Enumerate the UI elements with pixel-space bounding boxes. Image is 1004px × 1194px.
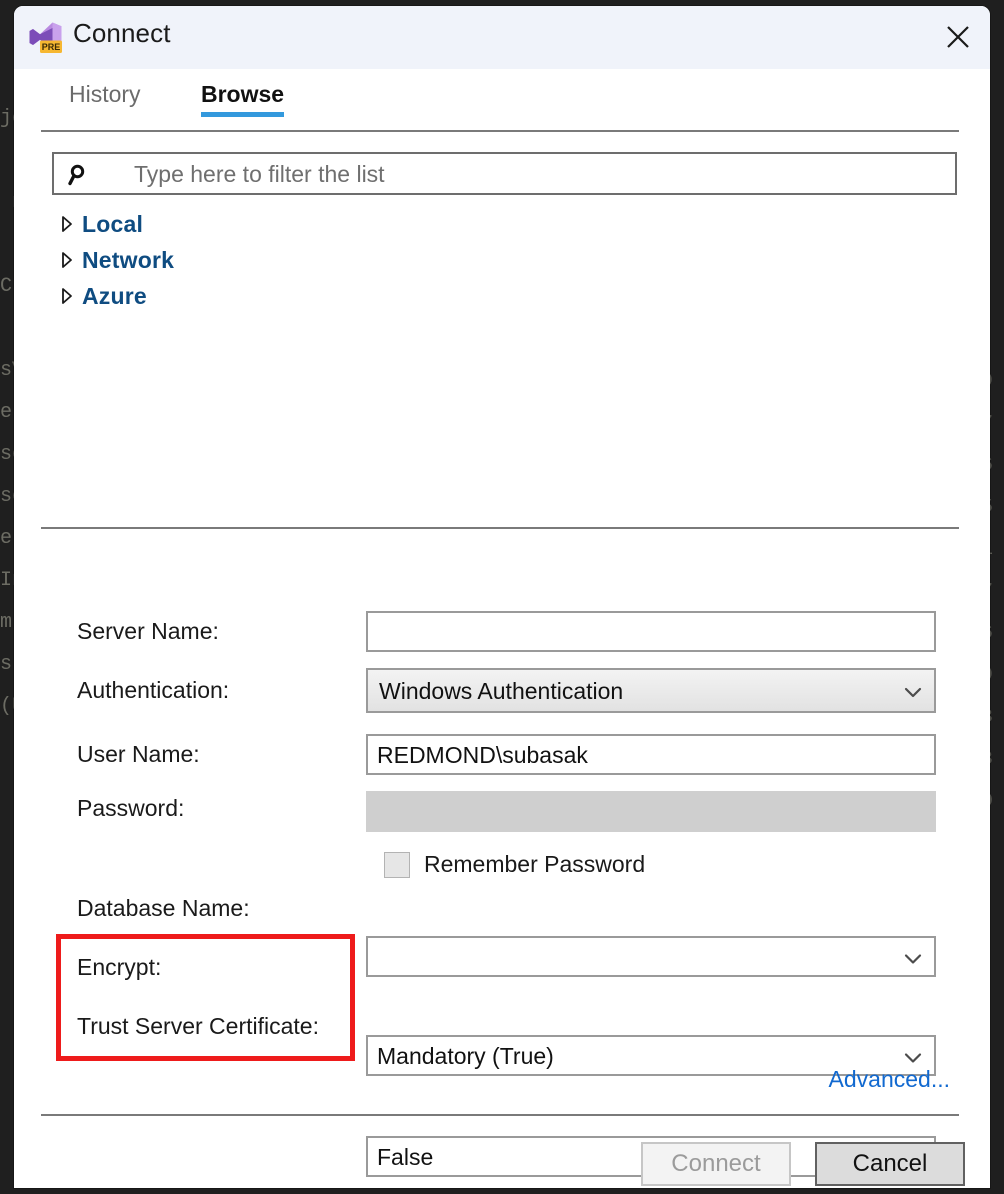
- chevron-right-icon[interactable]: [52, 215, 82, 233]
- tab-history[interactable]: History: [69, 81, 141, 117]
- database-name-select[interactable]: [366, 936, 936, 977]
- database-name-label: Database Name:: [77, 895, 250, 921]
- tree-item-network-label: Network: [82, 246, 175, 273]
- remember-password-label: Remember Password: [424, 851, 646, 877]
- connect-dialog: PRE Connect History Browse Type here to …: [14, 6, 990, 1188]
- chevron-down-icon: [904, 943, 922, 971]
- user-name-input[interactable]: REDMOND\subasak: [366, 734, 936, 775]
- tab-selected-underline: [201, 112, 285, 117]
- authentication-select[interactable]: Windows Authentication: [366, 668, 936, 713]
- advanced-link[interactable]: Advanced...: [829, 1066, 950, 1093]
- tab-bar: History Browse: [14, 69, 990, 127]
- divider-above-form: [41, 527, 959, 529]
- server-name-input[interactable]: [366, 611, 936, 652]
- user-name-label: User Name:: [77, 741, 200, 767]
- tab-browse-label: Browse: [201, 81, 285, 107]
- server-name-label: Server Name:: [77, 618, 219, 644]
- authentication-label: Authentication:: [77, 677, 230, 703]
- svg-text:PRE: PRE: [42, 42, 61, 52]
- divider-below-tabs: [41, 130, 959, 132]
- tree-item-azure-label: Azure: [82, 282, 147, 309]
- chevron-down-icon: [904, 676, 922, 705]
- connect-button[interactable]: Connect: [641, 1142, 791, 1186]
- dialog-titlebar: PRE Connect: [14, 6, 990, 69]
- remember-password-checkbox[interactable]: [384, 851, 410, 878]
- close-icon[interactable]: [926, 6, 990, 68]
- password-label: Password:: [77, 795, 185, 821]
- chevron-right-icon[interactable]: [52, 251, 82, 269]
- screen: je n C: rs sV e se se e In m sk (U 59 47…: [0, 0, 1004, 1194]
- tree-item-local-label: Local: [82, 210, 144, 237]
- tab-history-label: History: [69, 81, 141, 107]
- encrypt-label: Encrypt:: [77, 954, 162, 980]
- tree-item-azure[interactable]: Azure: [52, 278, 552, 314]
- server-tree: Local Network Azure: [52, 206, 552, 314]
- chevron-right-icon[interactable]: [52, 287, 82, 305]
- dialog-title: Connect: [73, 18, 171, 48]
- password-input[interactable]: [366, 791, 936, 832]
- trust-server-certificate-label: Trust Server Certificate:: [77, 1013, 319, 1039]
- connection-form: Server Name: Authentication: Windows Aut…: [14, 551, 990, 1177]
- trust-server-certificate-value: False: [377, 1144, 434, 1170]
- tree-item-network[interactable]: Network: [52, 242, 552, 278]
- remember-password-row[interactable]: Remember Password: [384, 851, 645, 878]
- filter-input[interactable]: Type here to filter the list: [52, 152, 957, 195]
- authentication-value: Windows Authentication: [379, 678, 624, 704]
- visual-studio-preview-icon: PRE: [28, 20, 64, 54]
- divider-above-footer: [41, 1114, 959, 1116]
- tree-item-local[interactable]: Local: [52, 206, 552, 242]
- search-icon: [68, 163, 92, 187]
- encrypt-value: Mandatory (True): [377, 1043, 554, 1069]
- tab-browse[interactable]: Browse: [201, 81, 285, 117]
- filter-placeholder: Type here to filter the list: [134, 161, 385, 187]
- cancel-button[interactable]: Cancel: [815, 1142, 965, 1186]
